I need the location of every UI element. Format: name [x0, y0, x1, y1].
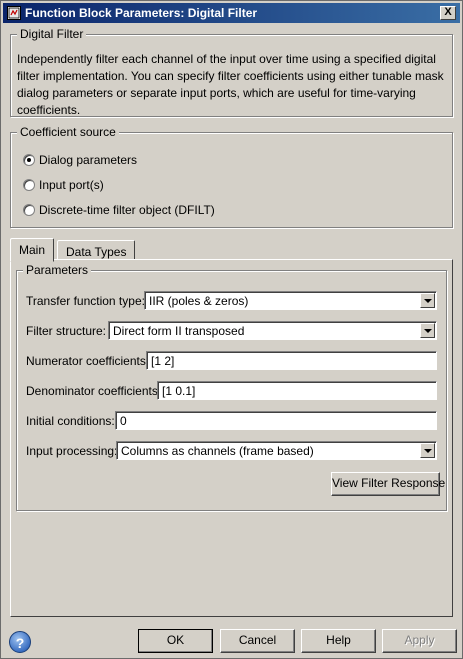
title-bar[interactable]: Function Block Parameters: Digital Filte… [3, 3, 460, 23]
window-title: Function Block Parameters: Digital Filte… [25, 6, 258, 20]
select-value: Columns as channels (frame based) [121, 444, 314, 458]
numerator-coefficients-label: Numerator coefficients: [26, 354, 150, 368]
radio-button[interactable] [23, 179, 35, 191]
ok-button[interactable]: OK [138, 629, 213, 653]
apply-button[interactable]: Apply [382, 629, 457, 653]
dialog-window: Function Block Parameters: Digital Filte… [0, 0, 463, 659]
radio-label: Discrete-time filter object (DFILT) [39, 203, 215, 217]
radio-button[interactable] [23, 204, 35, 216]
description-group-title: Digital Filter [17, 27, 87, 41]
input-processing-select[interactable]: Columns as channels (frame based) [116, 441, 437, 460]
denominator-coefficients-label: Denominator coefficients: [26, 384, 162, 398]
simulink-block-icon [7, 6, 21, 20]
chevron-down-icon[interactable] [420, 443, 435, 458]
main-tab-panel: Parameters Transfer function type: IIR (… [10, 259, 453, 617]
radio-label: Dialog parameters [39, 153, 138, 167]
block-description: Independently filter each channel of the… [17, 52, 444, 117]
transfer-function-type-label: Transfer function type: [26, 294, 145, 308]
initial-conditions-input[interactable]: 0 [115, 411, 437, 430]
denominator-coefficients-input[interactable]: [1 0.1] [157, 381, 437, 400]
input-processing-label: Input processing: [26, 444, 118, 458]
close-icon[interactable]: X [440, 6, 456, 20]
view-filter-response-button[interactable]: View Filter Response [331, 472, 445, 496]
parameters-group-title: Parameters [23, 263, 92, 277]
help-button[interactable]: Help [301, 629, 376, 653]
chevron-down-icon[interactable] [420, 293, 435, 308]
select-value: Direct form II transposed [113, 324, 245, 338]
radio-label: Input port(s) [39, 178, 104, 192]
coefficient-source-title: Coefficient source [17, 125, 119, 139]
filter-structure-label: Filter structure: [26, 324, 107, 338]
cancel-button[interactable]: Cancel [220, 629, 295, 653]
filter-structure-select[interactable]: Direct form II transposed [108, 321, 437, 340]
initial-conditions-label: Initial conditions: [26, 414, 115, 428]
chevron-down-icon[interactable] [420, 323, 435, 338]
numerator-coefficients-input[interactable]: [1 2] [146, 351, 437, 370]
select-value: IIR (poles & zeros) [149, 294, 249, 308]
transfer-function-type-select[interactable]: IIR (poles & zeros) [144, 291, 437, 310]
tab-main[interactable]: Main [10, 238, 55, 262]
help-icon[interactable]: ? [9, 631, 31, 653]
radio-button-selected[interactable] [23, 154, 35, 166]
